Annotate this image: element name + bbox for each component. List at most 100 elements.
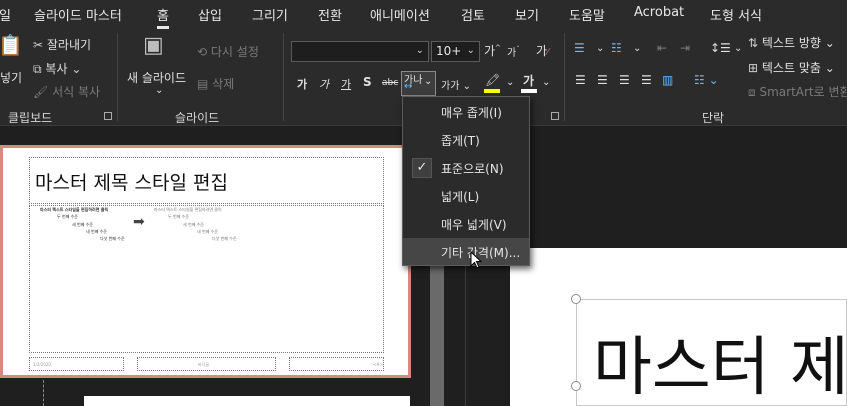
- arrow-right-icon: ➡: [133, 214, 145, 230]
- slides-group-label: 슬라이드: [175, 111, 220, 125]
- checkmark-icon: ✓: [412, 158, 432, 178]
- tab-draw[interactable]: 그리기: [252, 5, 288, 24]
- paste-icon[interactable]: 📋: [0, 33, 23, 57]
- clipboard-launcher-icon[interactable]: [104, 112, 112, 120]
- line-spacing-icon[interactable]: ↕☰: [710, 41, 731, 55]
- chevron-down-icon[interactable]: ⌄: [155, 85, 163, 96]
- smartart-icon: ⧈: [748, 85, 756, 99]
- menu-item-more-spacing[interactable]: 기타 간격(M)...: [403, 238, 529, 265]
- underline-button[interactable]: 가: [341, 76, 351, 92]
- thumb-body-r3: 세 번째 수준: [183, 222, 204, 227]
- text-direction-button[interactable]: ⇅ 텍스트 방향 ⌄: [748, 34, 835, 51]
- italic-button[interactable]: 가: [319, 76, 329, 92]
- align-right-icon[interactable]: ☰: [619, 73, 630, 87]
- new-slide-icon[interactable]: ▣: [143, 33, 164, 58]
- justify-icon[interactable]: ☰: [641, 73, 652, 87]
- slide-title[interactable]: 마스터 제: [593, 336, 847, 400]
- chevron-down-icon[interactable]: ⌄: [596, 43, 604, 54]
- new-slide-button[interactable]: 새 슬라이드: [127, 69, 186, 86]
- clipboard-group-label: 클립보드: [8, 111, 53, 125]
- change-case-button[interactable]: 가가 ⌄: [441, 77, 471, 92]
- tab-help[interactable]: 도움말: [569, 5, 605, 24]
- reset-button[interactable]: ⟲ 다시 설정: [197, 43, 259, 60]
- chevron-down-icon[interactable]: ⌄: [633, 43, 641, 54]
- copy-icon: ⧉: [33, 62, 42, 76]
- menu-item-label: 표준으로(N): [441, 162, 504, 176]
- delete-label: 삭제: [212, 77, 235, 91]
- tab-file[interactable]: 일: [0, 5, 11, 24]
- font-size-value: 10+: [436, 44, 462, 58]
- text-direction-label: 텍스트 방향: [761, 36, 821, 50]
- font-size-combo[interactable]: 10+ ⌄: [431, 41, 480, 62]
- font-name-combo[interactable]: ⌄: [291, 41, 429, 62]
- grow-font-button[interactable]: 가^: [484, 42, 501, 59]
- tab-shape-format[interactable]: 도형 서식: [710, 5, 762, 24]
- tab-review[interactable]: 검토: [461, 5, 485, 24]
- bullets-icon[interactable]: ☰: [574, 41, 585, 55]
- distributed-icon[interactable]: ▥: [662, 73, 673, 87]
- smartart-button[interactable]: ⧈ SmartArt로 변환: [748, 83, 847, 100]
- chevron-down-icon: ⌄: [415, 45, 424, 56]
- resize-handle-top-left[interactable]: [571, 294, 581, 304]
- columns-icon[interactable]: ☷ ⌄: [694, 73, 719, 87]
- tab-slide-master[interactable]: 슬라이드 마스터: [34, 5, 122, 24]
- delete-slide-button[interactable]: ▤ 삭제: [197, 75, 234, 92]
- thumb-footer-date: 1/2/2020: [29, 357, 124, 371]
- align-center-icon[interactable]: ☰: [597, 73, 608, 87]
- text-shadow-button[interactable]: S: [363, 75, 372, 89]
- clear-formatting-button[interactable]: 가⁄: [536, 42, 549, 59]
- chevron-down-icon[interactable]: ⌄: [506, 77, 514, 88]
- align-text-icon: ⊞: [748, 61, 759, 75]
- format-painter-button[interactable]: 🖌 서식 복사: [33, 83, 100, 100]
- align-text-label: 텍스트 맞춤: [761, 61, 821, 75]
- cut-label: 잘라내기: [46, 38, 92, 52]
- tab-home[interactable]: 홈: [157, 5, 169, 29]
- align-text-button[interactable]: ⊞ 텍스트 맞춤 ⌄: [748, 59, 835, 76]
- chevron-down-icon: ⌄: [424, 76, 433, 87]
- brush-icon: 🖌: [33, 85, 49, 99]
- decrease-indent-icon[interactable]: ⇤: [657, 41, 667, 55]
- slide-thumbnail-2[interactable]: [84, 396, 410, 406]
- strikethrough-button[interactable]: abc: [382, 78, 398, 88]
- highlight-color-button[interactable]: 🖍: [485, 73, 500, 87]
- thumb-body-l3: 세 번째 수준: [72, 222, 93, 227]
- tab-acrobat[interactable]: Acrobat: [634, 5, 684, 20]
- align-left-icon[interactable]: ☰: [575, 73, 586, 87]
- copy-label: 복사: [45, 62, 68, 76]
- menu-item-tight[interactable]: 좁게(T): [403, 126, 529, 153]
- tab-view[interactable]: 보기: [515, 5, 539, 24]
- font-color-swatch: [521, 89, 537, 93]
- font-launcher-icon[interactable]: [551, 112, 559, 120]
- menu-item-very-tight[interactable]: 매우 좁게(I): [403, 98, 529, 125]
- paste-button[interactable]: 넣기: [0, 69, 22, 86]
- numbering-icon[interactable]: ☷: [611, 41, 622, 55]
- menu-item-very-loose[interactable]: 매우 넓게(V): [403, 210, 529, 237]
- thumb-connector: [43, 380, 44, 406]
- thumb-footer-mid: 바닥글: [137, 357, 276, 371]
- group-divider: [564, 33, 565, 121]
- copy-button[interactable]: ⧉ 복사 ⌄: [33, 60, 81, 77]
- chevron-down-icon[interactable]: ⌄: [734, 43, 742, 54]
- menu-item-normal[interactable]: ✓ 표준으로(N): [403, 154, 529, 181]
- font-color-button[interactable]: 가: [523, 72, 534, 89]
- thumb-body-l1: 마스터 텍스트 스타일을 편집하려면 클릭: [40, 207, 109, 212]
- chevron-down-icon: ⌄: [71, 62, 82, 76]
- tab-animations[interactable]: 애니메이션: [370, 5, 430, 24]
- increase-indent-icon[interactable]: ⇥: [680, 41, 690, 55]
- menu-item-label: 좁게(T): [441, 134, 480, 148]
- tab-insert[interactable]: 삽입: [198, 5, 222, 24]
- chevron-down-icon: ⌄: [466, 45, 475, 56]
- menu-item-label: 매우 넓게(V): [441, 218, 507, 232]
- highlighter-icon: 🖍: [485, 73, 501, 87]
- thumb-body-r2: 두 번째 수준: [168, 214, 189, 219]
- menu-item-loose[interactable]: 넓게(L): [403, 182, 529, 209]
- tab-transitions[interactable]: 전환: [318, 5, 342, 24]
- character-spacing-button[interactable]: 가나 ↔ ⌄: [401, 71, 436, 96]
- text-direction-icon: ⇅: [748, 36, 759, 50]
- thumbnail-scrollbar[interactable]: [430, 265, 444, 406]
- shrink-font-button[interactable]: 가ˇ: [507, 44, 520, 59]
- bold-button[interactable]: 가: [297, 76, 307, 92]
- chevron-down-icon[interactable]: ⌄: [542, 77, 550, 88]
- resize-handle-left[interactable]: [571, 381, 581, 391]
- cut-button[interactable]: ✂ 잘라내기: [33, 36, 91, 53]
